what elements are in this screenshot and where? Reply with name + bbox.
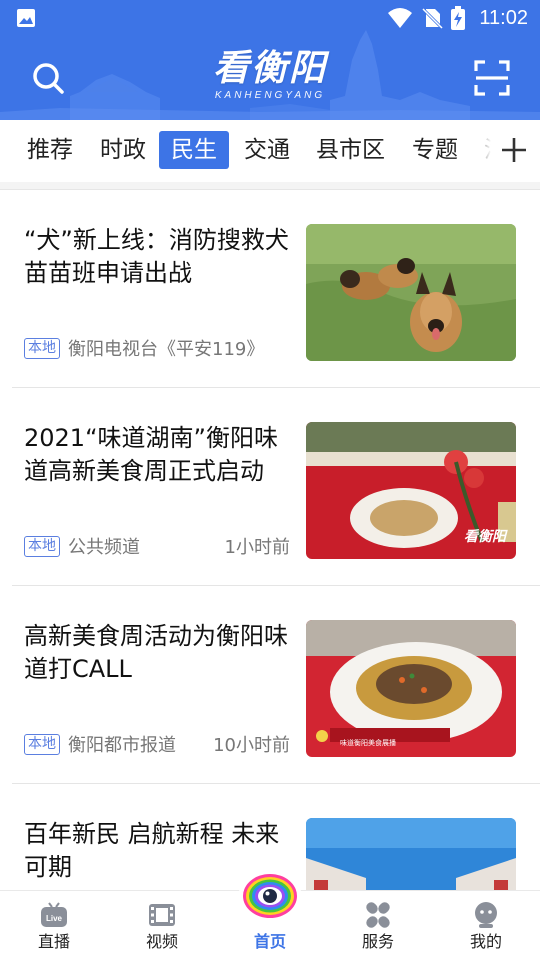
live-tv-icon: Live bbox=[41, 902, 67, 927]
news-source: 衡阳都市报道 bbox=[68, 735, 176, 756]
user-icon bbox=[475, 902, 497, 928]
scan-icon[interactable] bbox=[472, 58, 512, 98]
logo-subtitle: KANHENGYANG bbox=[214, 90, 326, 101]
news-title[interactable]: 高新美食周活动为衡阳味道打CALL bbox=[24, 620, 292, 686]
nav-label: 我的 bbox=[469, 932, 502, 951]
add-channel-icon[interactable] bbox=[498, 134, 530, 166]
tab-politics[interactable]: 时政 bbox=[100, 131, 146, 169]
wifi-icon bbox=[388, 8, 413, 28]
news-thumbnail-dish[interactable]: 味道衡阳美食展播 bbox=[306, 620, 516, 757]
status-bar: 11:02 bbox=[0, 0, 540, 36]
image-watermark: 看衡阳 bbox=[464, 529, 506, 545]
nav-live[interactable]: Live 直播 bbox=[0, 891, 108, 960]
eye-icon[interactable] bbox=[238, 862, 302, 926]
news-time: 1小时前 bbox=[224, 537, 290, 558]
app-header: 11:02 看衡阳 KANHENGYANG bbox=[0, 0, 540, 120]
news-meta: 本地 公共频道 1小时前 bbox=[24, 534, 290, 558]
logo-title: 看衡阳 bbox=[212, 48, 327, 89]
news-title[interactable]: “犬”新上线：消防搜救犬苗苗班申请出战 bbox=[24, 224, 292, 290]
grid-icon bbox=[366, 902, 390, 928]
nav-services[interactable]: 服务 bbox=[324, 891, 432, 960]
tab-counties[interactable]: 县市区 bbox=[316, 131, 385, 169]
tab-recommend[interactable]: 推荐 bbox=[27, 131, 73, 169]
gallery-icon bbox=[17, 9, 35, 27]
status-time: 11:02 bbox=[479, 6, 528, 29]
local-badge: 本地 bbox=[24, 733, 60, 755]
app-logo: 看衡阳 KANHENGYANG bbox=[170, 48, 370, 108]
nav-label: 服务 bbox=[361, 932, 394, 951]
battery-charging-icon bbox=[451, 6, 466, 30]
image-caption: 味道衡阳美食展播 bbox=[340, 739, 396, 747]
news-meta: 本地 衡阳都市报道 10小时前 bbox=[24, 732, 290, 756]
film-icon bbox=[149, 904, 175, 926]
news-item[interactable]: 高新美食周活动为衡阳味道打CALL 本地 衡阳都市报道 10小时前 味道衡阳美食… bbox=[0, 586, 540, 784]
local-badge: 本地 bbox=[24, 337, 60, 359]
news-thumbnail-food-festival[interactable]: 看衡阳 bbox=[306, 422, 516, 559]
news-source: 衡阳电视台《平安119》 bbox=[68, 339, 265, 360]
nav-label: 视频 bbox=[145, 932, 178, 951]
no-sim-icon bbox=[422, 7, 444, 29]
news-title[interactable]: 2021“味道湖南”衡阳味道高新美食周正式启动 bbox=[24, 422, 292, 488]
tab-special[interactable]: 专题 bbox=[412, 131, 458, 169]
live-icon-text: Live bbox=[46, 914, 63, 923]
local-badge: 本地 bbox=[24, 535, 60, 557]
news-item[interactable]: “犬”新上线：消防搜救犬苗苗班申请出战 本地 衡阳电视台《平安119》 bbox=[0, 190, 540, 388]
news-time: 10小时前 bbox=[213, 735, 290, 756]
news-source: 公共频道 bbox=[68, 537, 140, 558]
nav-label: 直播 bbox=[37, 932, 70, 951]
news-meta: 本地 衡阳电视台《平安119》 bbox=[24, 336, 290, 360]
dish-image bbox=[306, 620, 516, 757]
nav-profile[interactable]: 我的 bbox=[432, 891, 540, 960]
search-icon[interactable] bbox=[28, 58, 68, 98]
nav-label: 首页 bbox=[253, 932, 286, 951]
news-item[interactable]: 2021“味道湖南”衡阳味道高新美食周正式启动 本地 公共频道 1小时前 看衡阳 bbox=[0, 388, 540, 586]
category-tabs: 推荐 时政 民生 交通 县市区 专题 汽 bbox=[0, 120, 540, 182]
tab-traffic[interactable]: 交通 bbox=[244, 131, 290, 169]
tab-livelihood[interactable]: 民生 bbox=[159, 131, 229, 169]
nav-video[interactable]: 视频 bbox=[108, 891, 216, 960]
news-thumbnail-puppies[interactable] bbox=[306, 224, 516, 361]
tabs-divider bbox=[0, 182, 540, 190]
